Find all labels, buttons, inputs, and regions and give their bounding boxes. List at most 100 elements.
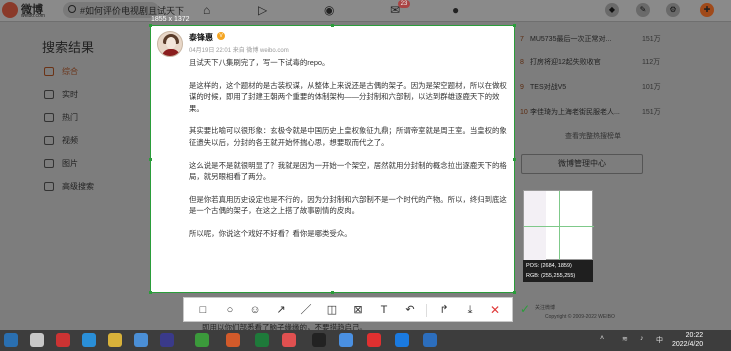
app-icon[interactable] — [134, 333, 148, 347]
wechat-icon[interactable] — [195, 333, 209, 347]
excel-icon[interactable] — [255, 333, 269, 347]
rectangle-tool-icon[interactable]: □ — [194, 301, 212, 319]
sidebar-item-image[interactable]: 图片 — [44, 158, 78, 169]
resize-handle[interactable] — [331, 291, 334, 294]
app-icon[interactable] — [339, 333, 353, 347]
settings-icon[interactable]: ⚙ — [666, 3, 680, 17]
home-icon[interactable]: ⌂ — [203, 3, 210, 17]
filter-icon — [44, 182, 54, 192]
video-nav-icon[interactable]: ▷ — [258, 3, 267, 17]
magnifier-crosshair-horizontal — [524, 226, 594, 227]
sidebar-item-hot[interactable]: 热门 — [44, 112, 78, 123]
resize-handle[interactable] — [149, 158, 152, 161]
weibo-manager-button[interactable]: 微博管理中心 — [521, 154, 643, 174]
start-button-icon[interactable] — [4, 333, 18, 347]
clock-time: 20:22 — [685, 332, 704, 339]
footer-copyright: Copyright © 2009-2022 WEIBO — [545, 314, 615, 320]
app-icon[interactable] — [367, 333, 381, 347]
tiktok-icon[interactable] — [312, 333, 326, 347]
vip-badge-icon: V — [217, 32, 225, 40]
hot-nav-icon[interactable]: ◉ — [324, 3, 334, 17]
app-icon[interactable] — [395, 333, 409, 347]
resize-handle[interactable] — [513, 291, 516, 294]
sidebar-item-label: 高级搜索 — [62, 182, 94, 191]
search-icon — [68, 5, 76, 13]
line-tool-icon[interactable]: ／ — [297, 301, 315, 319]
post-meta: 04月19日 22:01 来自 微博 weibo.com — [189, 48, 289, 54]
resize-handle[interactable] — [331, 24, 334, 27]
color-magnifier — [523, 190, 594, 261]
hot-search-row[interactable]: 8 打房将迎12起失败收官 112万 — [520, 57, 700, 67]
search-sidebar: 搜索结果 综合 实时 热门 视频 图片 高级搜索 — [0, 22, 150, 325]
mosaic-tool-icon[interactable]: ⊠ — [349, 301, 367, 319]
wifi-icon[interactable]: ≋ — [622, 335, 628, 343]
sidebar-title: 搜索结果 — [42, 40, 95, 55]
author-avatar[interactable] — [157, 31, 183, 57]
post-author[interactable]: 泰锋惠 — [189, 32, 213, 43]
hot-search-row[interactable]: 10 李佳琦为上海老街民服老人... 151万 — [520, 107, 700, 117]
hot-count: 112万 — [642, 59, 661, 66]
hot-rank: 9 — [520, 84, 524, 91]
volume-icon[interactable]: ♪ — [640, 335, 644, 342]
avatar-body — [162, 49, 180, 56]
text-box-tool-icon[interactable]: ◫ — [323, 301, 341, 319]
sidebar-item-realtime[interactable]: 实时 — [44, 89, 78, 100]
weibo-logo-icon[interactable] — [2, 2, 18, 18]
app-icon[interactable] — [160, 333, 174, 347]
footer-about-link[interactable]: 关注微博 — [535, 304, 555, 311]
share-icon[interactable]: ↱ — [435, 301, 453, 319]
hot-count: 151万 — [642, 109, 661, 116]
profile-nav-icon[interactable]: ● — [452, 3, 459, 17]
input-language[interactable]: 中 — [656, 335, 663, 345]
hot-text: 打房将迎12起失败收官 — [530, 59, 601, 66]
sidebar-item-video[interactable]: 视频 — [44, 135, 78, 146]
message-count-badge: 23 — [398, 0, 410, 8]
text-tool-icon[interactable]: T — [375, 301, 393, 319]
avatar-face — [166, 37, 176, 49]
ellipse-tool-icon[interactable]: ○ — [221, 301, 239, 319]
hot-rank: 8 — [520, 59, 524, 66]
hot-search-row[interactable]: 9 TES对战V5 101万 — [520, 82, 700, 92]
edge-icon[interactable] — [82, 333, 96, 347]
app-icon[interactable] — [282, 333, 296, 347]
resize-handle[interactable] — [149, 24, 152, 27]
sidebar-item-all[interactable]: 综合 — [44, 66, 78, 77]
resize-handle[interactable] — [149, 291, 152, 294]
cancel-icon[interactable]: ✕ — [486, 301, 504, 319]
annotation-toolbar: □ ○ ☺ ↗ ／ ◫ ⊠ T ↶ ↱ ⤓ ✕ — [183, 297, 513, 322]
hot-search-row[interactable]: 7 MU5735最后一次正常对... 151万 — [520, 34, 700, 44]
chrome-icon[interactable] — [56, 333, 70, 347]
undo-icon[interactable]: ↶ — [401, 301, 419, 319]
clock-date: 2022/4/20 — [672, 341, 704, 348]
search-input[interactable]: #如何评价电视剧且试天下 — [63, 2, 184, 18]
sidebar-item-advanced-search[interactable]: 高级搜索 — [44, 181, 94, 192]
taskbar-clock[interactable]: 20:22 2022/4/20 — [672, 331, 703, 349]
resize-handle[interactable] — [513, 24, 516, 27]
comment-icon[interactable]: ✎ — [636, 3, 650, 17]
selection-dimensions: 1855 x 1372 — [151, 16, 190, 23]
emoji-tool-icon[interactable]: ☺ — [246, 301, 264, 319]
image-icon — [44, 159, 54, 169]
capture-selection[interactable]: 泰锋惠 V 04月19日 22:01 来自 微博 weibo.com 且试天下八… — [150, 25, 515, 293]
resize-handle[interactable] — [513, 158, 516, 161]
hot-count: 151万 — [642, 36, 661, 43]
sidebar-item-label: 视频 — [62, 136, 78, 145]
app-icon[interactable] — [226, 333, 240, 347]
sidebar-item-label: 实时 — [62, 90, 78, 99]
arrow-tool-icon[interactable]: ↗ — [272, 301, 290, 319]
file-explorer-icon[interactable] — [108, 333, 122, 347]
search-taskbar-icon[interactable] — [30, 333, 44, 347]
post-paragraph: 但是你若真用历史设定也是不行的，因为分封制和六部制不是一个时代的产物。所以，终归… — [189, 194, 507, 216]
post-paragraph: 且试天下八集刷完了，写一下试毒的repo。 — [189, 58, 330, 67]
download-icon[interactable]: ⤓ — [461, 301, 479, 319]
windows-taskbar: ˄ ≋ ♪ 中 20:22 2022/4/20 — [0, 330, 731, 351]
confirm-icon[interactable]: ✓ — [516, 300, 534, 318]
compose-icon[interactable]: ✚ — [700, 3, 714, 17]
notification-icon[interactable]: ◆ — [605, 3, 619, 17]
tray-arrow-icon[interactable]: ˄ — [600, 335, 604, 342]
grid-icon — [44, 67, 54, 77]
hot-search-more-link[interactable]: 查看完整热搜榜单 — [565, 131, 621, 141]
word-icon[interactable] — [423, 333, 437, 347]
sidebar-item-label: 热门 — [62, 113, 78, 122]
post-paragraph: 这么说是不是就很明显了？我就是因为一开始一个架空，居然就用分封制的概念拉出逐鹿天… — [189, 160, 507, 182]
